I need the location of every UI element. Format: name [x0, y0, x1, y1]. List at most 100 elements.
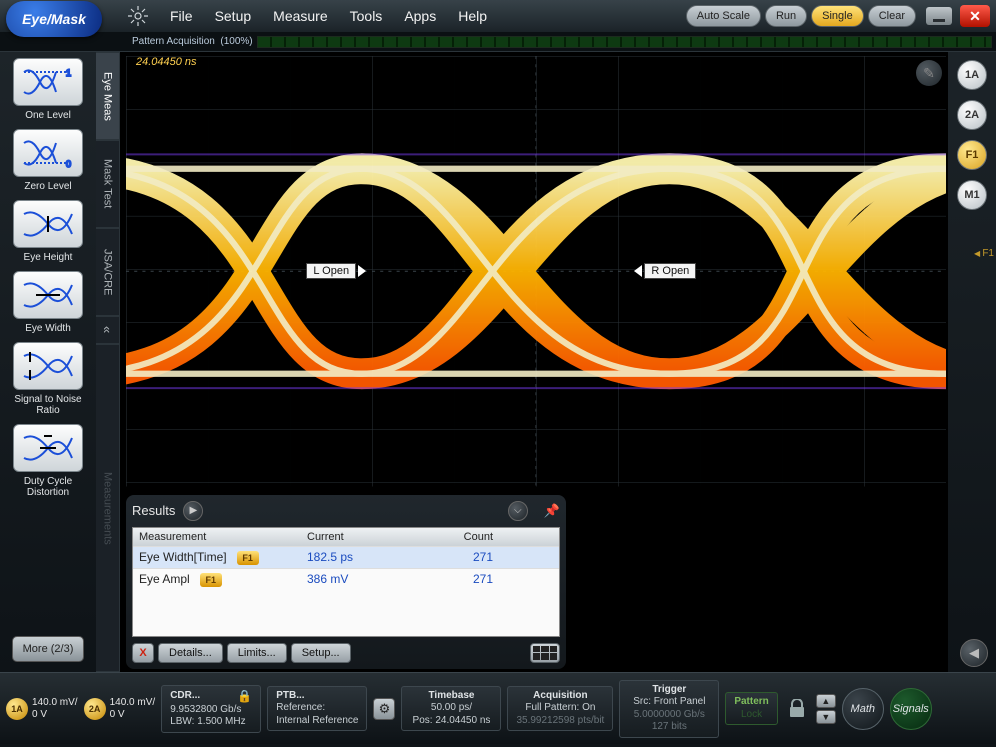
eye-height-label: Eye Height — [24, 252, 73, 263]
ch1-scale[interactable]: 1A 140.0 mV/ 0 V — [6, 697, 78, 720]
eye-width-button[interactable] — [13, 271, 83, 319]
meas-name: Eye Width[Time] — [139, 550, 227, 564]
results-details-button[interactable]: Details... — [158, 643, 223, 663]
tab-measurements[interactable]: Measurements — [96, 344, 120, 672]
col-count[interactable]: Count — [413, 528, 499, 546]
single-button[interactable]: Single — [811, 5, 864, 27]
waveform-display[interactable]: 24.04450 ns ✎ — [126, 56, 946, 487]
side-tabs: Eye Meas Mask Test JSA/CRE « Measurement… — [96, 52, 120, 672]
settings-gear-icon[interactable]: ⚙ — [373, 698, 395, 720]
meas-current: 386 mV — [301, 569, 413, 590]
mode-badge[interactable]: Eye/Mask — [6, 1, 102, 37]
channel-selector: 1A 2A F1 M1 F1 — [948, 52, 996, 672]
meas-count: 271 — [413, 569, 499, 590]
main-menu: File Setup Measure Tools Apps Help — [170, 8, 487, 24]
cdr-panel[interactable]: CDR...🔒 9.9532800 Gb/s LBW: 1.500 MHz — [161, 685, 261, 733]
tab-mask-test[interactable]: Mask Test — [96, 140, 120, 228]
meas-count: 271 — [413, 547, 499, 568]
results-delete-button[interactable]: X — [132, 643, 154, 663]
autoscale-button[interactable]: Auto Scale — [686, 5, 761, 27]
nav-down-icon[interactable]: ▼ — [816, 710, 836, 724]
triangle-left-icon — [634, 265, 642, 277]
agilent-logo-icon — [126, 4, 150, 28]
tab-eye-meas[interactable]: Eye Meas — [96, 52, 120, 140]
status-bar: 1A 140.0 mV/ 0 V 2A 140.0 mV/ 0 V CDR...… — [0, 672, 996, 744]
ch1-scale-val: 140.0 mV/ — [32, 697, 78, 709]
col-current[interactable]: Current — [301, 528, 413, 546]
lock-icon: 🔒 — [237, 689, 252, 704]
tab-jsa-cre[interactable]: JSA/CRE — [96, 228, 120, 316]
dcd-label: Duty Cycle Distortion — [6, 476, 90, 498]
triangle-right-icon — [358, 265, 366, 277]
snr-button[interactable] — [13, 342, 83, 390]
menu-tools[interactable]: Tools — [350, 8, 383, 24]
r-open-marker[interactable]: R Open — [634, 263, 696, 279]
pattern-acq-pct: (100%) — [220, 36, 252, 47]
more-tools-button[interactable]: More (2/3) — [12, 636, 84, 662]
run-button[interactable]: Run — [765, 5, 807, 27]
results-table: Measurement Current Count Eye Width[Time… — [132, 527, 560, 637]
menu-measure[interactable]: Measure — [273, 8, 327, 24]
results-setup-button[interactable]: Setup... — [291, 643, 351, 663]
meas-name: Eye Ampl — [139, 572, 190, 586]
pin-icon[interactable]: 📌 — [544, 503, 560, 519]
window-close-button[interactable]: ✕ — [960, 5, 990, 27]
table-row[interactable]: Eye Width[Time] F1 182.5 ps 271 — [133, 546, 559, 568]
results-layout-button[interactable] — [530, 643, 560, 663]
zero-level-label: Zero Level — [24, 181, 71, 192]
col-measurement[interactable]: Measurement — [133, 528, 301, 546]
time-cursor-readout: 24.04450 ns — [136, 56, 197, 68]
pattern-acq-label: Pattern Acquisition — [132, 36, 215, 47]
snr-label: Signal to Noise Ratio — [6, 394, 90, 416]
svg-text:1: 1 — [66, 68, 71, 78]
memory-m1-button[interactable]: M1 — [957, 180, 987, 210]
tab-collapse[interactable]: « — [96, 316, 120, 344]
results-limits-button[interactable]: Limits... — [227, 643, 287, 663]
pattern-lock-panel[interactable]: Pattern Lock — [725, 692, 777, 725]
ch2-scale-val: 140.0 mV/ — [110, 697, 156, 709]
channel-2a-button[interactable]: 2A — [957, 100, 987, 130]
measurement-toolbar: 1 One Level 0 Zero Level Eye Height Eye … — [0, 52, 96, 672]
results-play-icon[interactable]: ▶ — [183, 501, 203, 521]
ch2-scale[interactable]: 2A 140.0 mV/ 0 V — [84, 697, 156, 720]
nav-back-button[interactable]: ◀ — [960, 639, 988, 667]
menu-bar: Eye/Mask File Setup Measure Tools Apps H… — [0, 0, 996, 32]
display-settings-icon[interactable]: ✎ — [916, 60, 942, 86]
f1-ground-marker: F1 — [974, 248, 994, 259]
l-open-marker[interactable]: L Open — [306, 263, 366, 279]
math-button[interactable]: Math — [842, 688, 884, 730]
ch2-chip: 2A — [84, 698, 106, 720]
source-chip: F1 — [200, 573, 222, 587]
r-open-label: R Open — [644, 263, 696, 279]
function-f1-button[interactable]: F1 — [957, 140, 987, 170]
menu-help[interactable]: Help — [458, 8, 487, 24]
window-minimize-button[interactable] — [926, 7, 952, 25]
one-level-button[interactable]: 1 — [13, 58, 83, 106]
channel-1a-button[interactable]: 1A — [957, 60, 987, 90]
meas-current: 182.5 ps — [301, 547, 413, 568]
lock-closed-icon[interactable] — [784, 693, 810, 725]
timebase-panel[interactable]: Timebase 50.00 ps/ Pos: 24.04450 ns — [401, 686, 501, 732]
zero-level-button[interactable]: 0 — [13, 129, 83, 177]
clear-button[interactable]: Clear — [868, 5, 916, 27]
menu-apps[interactable]: Apps — [404, 8, 436, 24]
nav-updown[interactable]: ▲ ▼ — [816, 694, 836, 724]
trigger-panel[interactable]: Trigger Src: Front Panel 5.0000000 Gb/s1… — [619, 680, 719, 738]
pattern-acq-strip: Pattern Acquisition (100%) — [0, 32, 996, 52]
eye-width-label: Eye Width — [25, 323, 71, 334]
menu-setup[interactable]: Setup — [215, 8, 252, 24]
results-collapse-icon[interactable]: ⌵ — [508, 501, 528, 521]
eye-height-button[interactable] — [13, 200, 83, 248]
pattern-acq-bar — [257, 36, 992, 48]
signals-button[interactable]: Signals — [890, 688, 932, 730]
ptb-panel[interactable]: PTB... Reference: Internal Reference — [267, 686, 367, 732]
source-chip: F1 — [237, 551, 259, 565]
ch2-offset-val: 0 V — [110, 709, 156, 721]
dcd-button[interactable] — [13, 424, 83, 472]
ch1-offset-val: 0 V — [32, 709, 78, 721]
acquisition-panel[interactable]: Acquisition Full Pattern: On 35.99212598… — [507, 686, 613, 732]
menu-file[interactable]: File — [170, 8, 193, 24]
table-row[interactable]: Eye Ampl F1 386 mV 271 — [133, 568, 559, 590]
one-level-label: One Level — [25, 110, 71, 121]
nav-up-icon[interactable]: ▲ — [816, 694, 836, 708]
